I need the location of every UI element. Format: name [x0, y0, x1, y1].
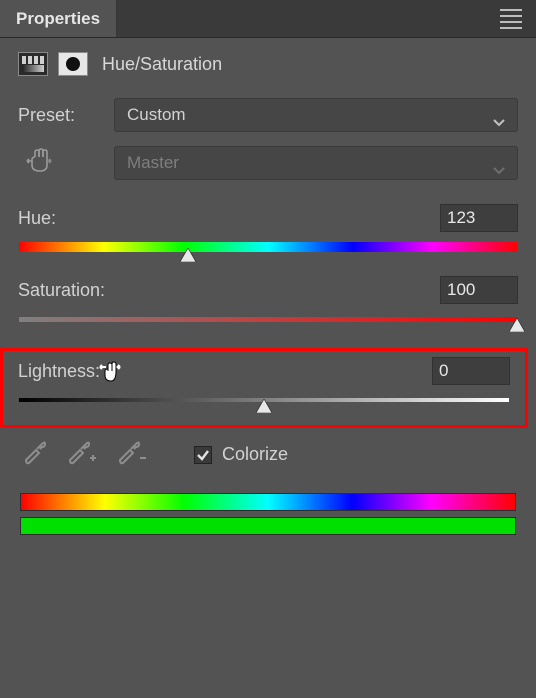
lightness-slider[interactable] — [19, 395, 509, 405]
saturation-label: Saturation: — [18, 280, 105, 301]
lightness-value-input[interactable]: 0 — [432, 357, 510, 385]
chevron-down-icon — [493, 112, 505, 120]
colorize-checkbox[interactable]: Colorize — [194, 444, 288, 465]
lightness-label: Lightness: — [18, 361, 100, 382]
chevron-down-icon — [493, 160, 505, 168]
lightness-slider-handle[interactable] — [256, 399, 272, 413]
preset-value: Custom — [127, 105, 186, 125]
preset-select[interactable]: Custom — [114, 98, 518, 132]
saturation-value-input[interactable]: 100 — [440, 276, 518, 304]
eyedropper-plus-icon[interactable] — [66, 438, 98, 471]
hue-slider-handle[interactable] — [180, 248, 196, 262]
adjustment-type-icon[interactable] — [18, 52, 48, 76]
colorize-label: Colorize — [222, 444, 288, 465]
channel-value: Master — [127, 153, 179, 173]
hue-spectrum-strip — [20, 493, 516, 511]
preset-label: Preset: — [18, 105, 114, 126]
properties-tab-label: Properties — [16, 9, 100, 29]
panel-menu-icon[interactable] — [494, 0, 528, 38]
hand-scrubby-icon[interactable] — [18, 147, 114, 180]
checkbox-checked-icon — [194, 446, 212, 464]
saturation-slider[interactable] — [19, 314, 517, 324]
eyedropper-minus-icon[interactable] — [116, 438, 148, 471]
channel-select[interactable]: Master — [114, 146, 518, 180]
lightness-highlight-box: Lightness: 0 — [0, 348, 528, 428]
layer-mask-icon[interactable] — [58, 52, 88, 76]
hue-value-input[interactable]: 123 — [440, 204, 518, 232]
panel-tab-bar: Properties — [0, 0, 536, 38]
adjustment-title: Hue/Saturation — [102, 54, 222, 75]
properties-tab[interactable]: Properties — [0, 0, 117, 37]
hue-label: Hue: — [18, 208, 56, 229]
hue-slider[interactable] — [19, 242, 517, 252]
result-spectrum-strip — [20, 517, 516, 535]
eyedropper-icon[interactable] — [20, 438, 48, 471]
saturation-slider-handle[interactable] — [509, 318, 525, 332]
